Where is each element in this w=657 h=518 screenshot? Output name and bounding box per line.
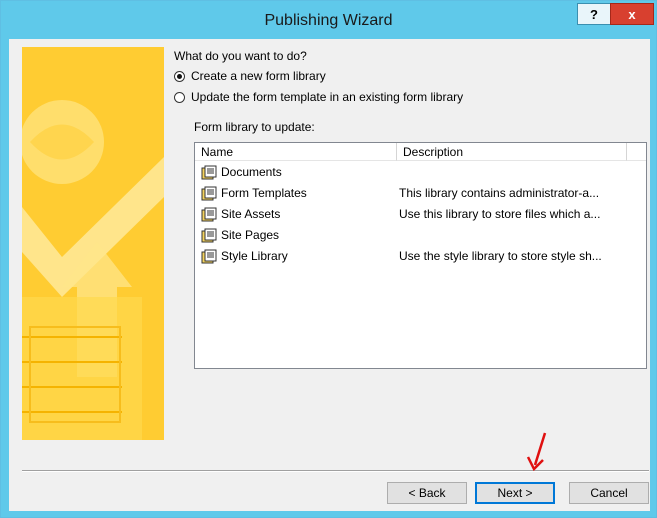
- library-list-label: Form library to update:: [194, 120, 315, 134]
- column-header-filler: [627, 143, 646, 161]
- radio-selected-indicator[interactable]: [174, 70, 185, 82]
- publishing-wizard-window: Publishing Wizard ? x What do you want t…: [0, 0, 657, 518]
- library-icon: [201, 165, 217, 179]
- library-name: Site Assets: [221, 207, 281, 221]
- radio-label-update[interactable]: Update the form template in an existing …: [191, 90, 463, 104]
- library-name: Site Pages: [221, 228, 280, 242]
- radio-update-existing-library[interactable]: Update the form template in an existing …: [174, 90, 463, 104]
- library-description: This library contains administrator-a...: [399, 186, 600, 200]
- column-header-description[interactable]: Description: [397, 143, 627, 161]
- list-header: Name Description: [195, 143, 646, 161]
- list-item[interactable]: Site Pages: [201, 226, 639, 244]
- library-name: Style Library: [221, 249, 288, 263]
- radio-label-create[interactable]: Create a new form library: [191, 69, 326, 83]
- library-name: Documents: [221, 165, 282, 179]
- library-icon: [201, 228, 217, 242]
- title-bar[interactable]: Publishing Wizard ? x: [1, 1, 656, 39]
- radio-unselected-indicator[interactable]: [174, 91, 185, 103]
- next-button[interactable]: Next >: [475, 482, 555, 504]
- question-label: What do you want to do?: [174, 49, 307, 63]
- cancel-button[interactable]: Cancel: [569, 482, 649, 504]
- column-header-name[interactable]: Name: [195, 143, 397, 161]
- library-icon: [201, 249, 217, 263]
- list-item[interactable]: Form Templates This library contains adm…: [201, 184, 639, 202]
- list-item[interactable]: Style Library Use the style library to s…: [201, 247, 639, 265]
- list-item[interactable]: Site Assets Use this library to store fi…: [201, 205, 639, 223]
- library-name: Form Templates: [221, 186, 307, 200]
- library-icon: [201, 186, 217, 200]
- window-title: Publishing Wizard: [264, 12, 393, 29]
- back-button[interactable]: < Back: [387, 482, 467, 504]
- library-description: Use this library to store files which a.…: [399, 207, 601, 221]
- library-list[interactable]: Name Description Documents Form Template…: [194, 142, 647, 369]
- wizard-sidebar-artwork: [22, 47, 164, 440]
- close-button[interactable]: x: [610, 3, 654, 25]
- library-description: Use the style library to store style sh.…: [399, 249, 602, 263]
- wizard-body: What do you want to do? Create a new for…: [9, 39, 650, 511]
- help-button[interactable]: ?: [577, 3, 611, 25]
- radio-create-new-library[interactable]: Create a new form library: [174, 69, 326, 83]
- red-arrow-annotation-icon: [526, 432, 547, 472]
- library-icon: [201, 207, 217, 221]
- list-item[interactable]: Documents: [201, 163, 639, 181]
